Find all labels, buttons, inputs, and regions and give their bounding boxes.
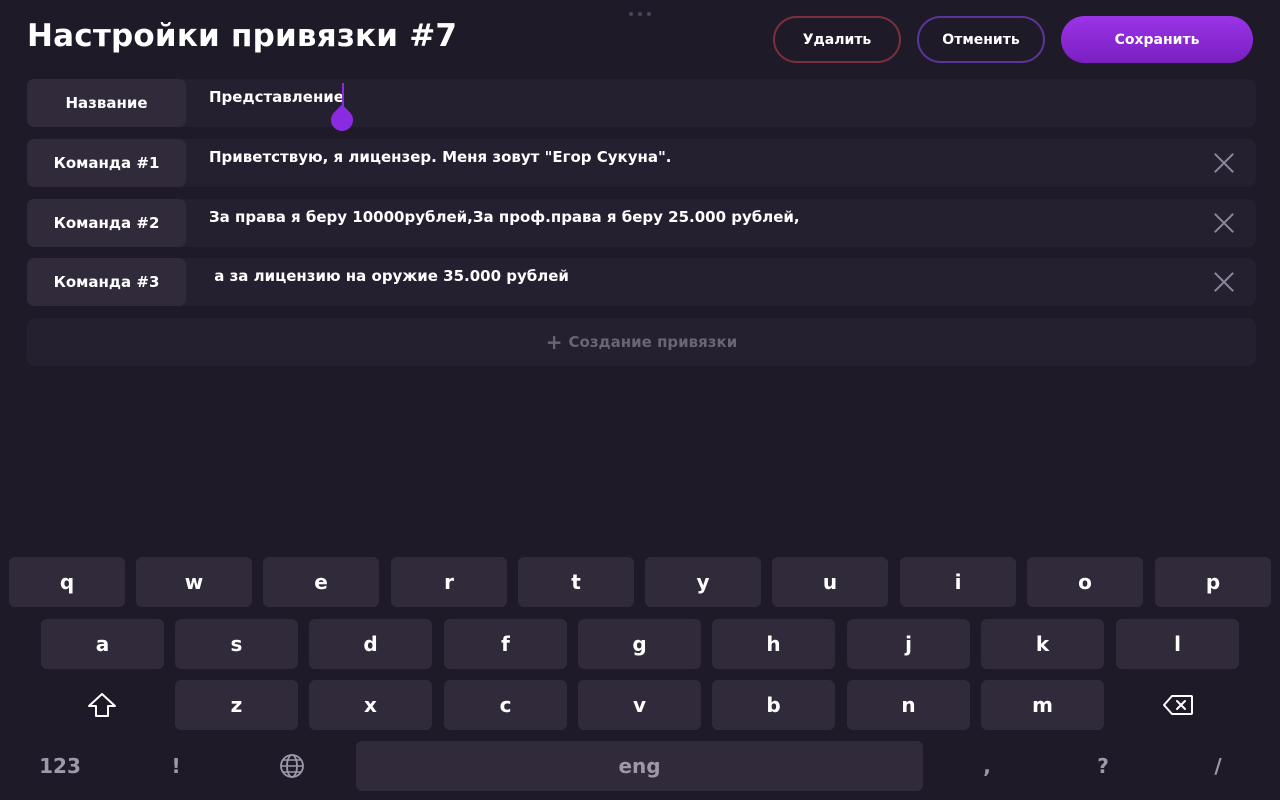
key-q[interactable]: q	[9, 557, 125, 607]
shift-key[interactable]	[60, 680, 144, 730]
key-w[interactable]: w	[136, 557, 252, 607]
cursor-handle[interactable]	[326, 104, 358, 136]
key-n[interactable]: n	[847, 680, 970, 730]
command-input-3[interactable]: а за лицензию на оружие 35.000 рублей	[209, 267, 569, 285]
close-icon[interactable]	[1214, 213, 1234, 233]
key-z[interactable]: z	[175, 680, 298, 730]
command-row-3: Команда #3 а за лицензию на оружие 35.00…	[27, 258, 1256, 306]
command-row-1: Команда #1 Приветствую, я лицензер. Меня…	[27, 139, 1256, 187]
key-c[interactable]: c	[444, 680, 567, 730]
close-icon[interactable]	[1214, 272, 1234, 292]
key-v[interactable]: v	[578, 680, 701, 730]
language-key[interactable]	[252, 741, 332, 791]
question-key[interactable]: ?	[1063, 741, 1143, 791]
exclamation-key[interactable]: !	[136, 741, 216, 791]
plus-icon: +	[545, 330, 563, 354]
key-o[interactable]: o	[1027, 557, 1143, 607]
key-u[interactable]: u	[772, 557, 888, 607]
globe-icon	[280, 754, 304, 778]
slash-key[interactable]: /	[1178, 741, 1258, 791]
numbers-key[interactable]: 123	[20, 741, 100, 791]
space-key[interactable]: eng	[356, 741, 923, 791]
key-e[interactable]: e	[263, 557, 379, 607]
command-label-3: Команда #3	[27, 258, 186, 306]
cancel-button[interactable]: Отменить	[917, 16, 1045, 63]
create-binding-label: Создание привязки	[568, 333, 738, 351]
command-row-2: Команда #2 За права я беру 10000рублей,З…	[27, 199, 1256, 247]
key-r[interactable]: r	[391, 557, 507, 607]
create-binding-button[interactable]: + Создание привязки	[27, 318, 1256, 366]
comma-key[interactable]: ,	[947, 741, 1027, 791]
drag-handle[interactable]	[629, 12, 651, 18]
command-input-2[interactable]: За права я беру 10000рублей,За проф.прав…	[209, 208, 800, 226]
key-t[interactable]: t	[518, 557, 634, 607]
name-label: Название	[27, 79, 186, 127]
backspace-key[interactable]	[1136, 680, 1220, 730]
name-row: Название Представление	[27, 79, 1256, 136]
close-icon[interactable]	[1214, 153, 1234, 173]
key-p[interactable]: p	[1155, 557, 1271, 607]
backspace-icon	[1163, 695, 1193, 715]
name-input[interactable]: Представление	[209, 88, 344, 106]
key-l[interactable]: l	[1116, 619, 1239, 669]
key-y[interactable]: y	[645, 557, 761, 607]
save-button[interactable]: Сохранить	[1061, 16, 1253, 63]
command-input-1[interactable]: Приветствую, я лицензер. Меня зовут "Его…	[209, 148, 672, 166]
key-s[interactable]: s	[175, 619, 298, 669]
key-k[interactable]: k	[981, 619, 1104, 669]
key-f[interactable]: f	[444, 619, 567, 669]
key-x[interactable]: x	[309, 680, 432, 730]
page-title: Настройки привязки #7	[27, 18, 458, 54]
key-g[interactable]: g	[578, 619, 701, 669]
key-a[interactable]: a	[41, 619, 164, 669]
key-m[interactable]: m	[981, 680, 1104, 730]
key-j[interactable]: j	[847, 619, 970, 669]
key-b[interactable]: b	[712, 680, 835, 730]
command-label-1: Команда #1	[27, 139, 186, 187]
command-label-2: Команда #2	[27, 199, 186, 247]
key-d[interactable]: d	[309, 619, 432, 669]
delete-button[interactable]: Удалить	[773, 16, 901, 63]
binding-settings-screen: Настройки привязки #7 Удалить Отменить С…	[0, 0, 1280, 800]
key-i[interactable]: i	[900, 557, 1016, 607]
shift-icon	[88, 693, 116, 717]
key-h[interactable]: h	[712, 619, 835, 669]
